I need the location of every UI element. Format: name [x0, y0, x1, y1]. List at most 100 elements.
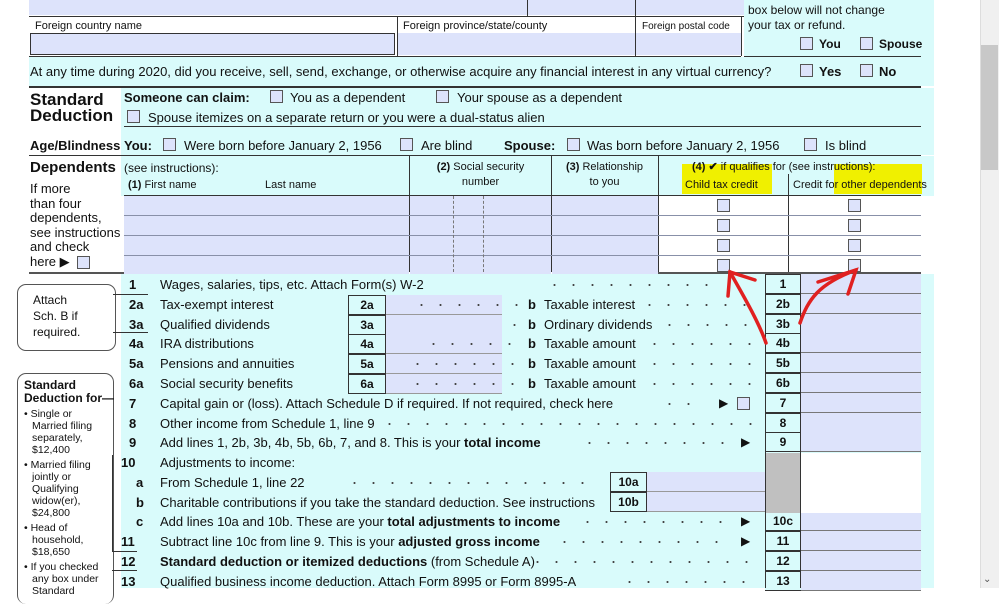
- line-amount-input[interactable]: [801, 531, 921, 551]
- other-dependents-credit-checkbox[interactable]: [848, 219, 861, 232]
- child-tax-credit-checkbox[interactable]: [717, 239, 730, 252]
- side-note-line: If more: [30, 181, 71, 196]
- line-sub-amount-input[interactable]: [647, 492, 765, 512]
- col4b-header: Credit for other dependents: [793, 179, 927, 191]
- standard-deduction-title-2: Deduction: [30, 106, 114, 125]
- sd-item-line: jointly or: [32, 471, 72, 483]
- blank-cell: [801, 453, 921, 513]
- dependent-relationship-input[interactable]: [552, 236, 658, 255]
- dot-leader: [660, 398, 700, 410]
- foreign-province-input[interactable]: [398, 33, 635, 55]
- divider: [113, 332, 148, 333]
- form-1040-page: Foreign country name Foreign province/st…: [0, 0, 934, 604]
- line-box-label: 12: [765, 551, 801, 571]
- child-tax-credit-checkbox[interactable]: [717, 219, 730, 232]
- dependent-relationship-input[interactable]: [552, 256, 658, 275]
- line-box-label: 13: [765, 571, 801, 591]
- line-amount-input[interactable]: [801, 551, 921, 571]
- line-text-bold: total adjustments to income: [387, 514, 561, 529]
- election-you-label: You: [819, 37, 841, 51]
- sd-item-line: any box under: [32, 573, 99, 585]
- dependent-name-input[interactable]: [124, 256, 409, 275]
- line-amount-input[interactable]: [801, 393, 921, 413]
- line-number: 9: [129, 435, 137, 450]
- line7-checkbox[interactable]: [737, 397, 750, 410]
- dependents-side-note: If more than four dependents, see instru…: [30, 181, 120, 269]
- you-dependent-label: You as a dependent: [290, 90, 406, 105]
- election-spouse-checkbox[interactable]: [860, 37, 873, 50]
- line-text: Capital gain or (loss). Attach Schedule …: [160, 396, 614, 411]
- line-text: Add lines 10a and 10b. These are your to…: [160, 514, 560, 529]
- virtual-currency-question: At any time during 2020, did you receive…: [30, 64, 772, 79]
- dependent-name-input[interactable]: [124, 236, 409, 255]
- spouse-blind-checkbox[interactable]: [804, 138, 817, 151]
- address-field-row[interactable]: [29, 0, 744, 15]
- line-text: Wages, salaries, tips, etc. Attach Form(…: [160, 277, 424, 292]
- election-you-checkbox[interactable]: [800, 37, 813, 50]
- more-dependents-checkbox[interactable]: [77, 256, 90, 269]
- spouse-dependent-checkbox[interactable]: [436, 90, 449, 103]
- you-dependent-checkbox[interactable]: [270, 90, 283, 103]
- line-b-marker: b: [528, 356, 536, 371]
- you-born-checkbox[interactable]: [163, 138, 176, 151]
- line-text: Add lines 1, 2b, 3b, 4b, 5b, 6b, 7, and …: [160, 435, 541, 450]
- line-b-text: Taxable amount: [544, 356, 636, 371]
- divider: [29, 16, 744, 17]
- line-sub-box-label: 10a: [610, 472, 647, 492]
- line-b-marker: b: [528, 336, 536, 351]
- child-tax-credit-checkbox[interactable]: [717, 199, 730, 212]
- you-blind-checkbox[interactable]: [400, 138, 413, 151]
- sd-item-line: • Married filing: [24, 459, 91, 471]
- side-note-line: than four: [30, 195, 82, 211]
- you-blind-label: Are blind: [421, 138, 473, 153]
- dependent-name-input[interactable]: [124, 196, 409, 215]
- virtual-currency-yes-checkbox[interactable]: [800, 64, 813, 77]
- dot-leader: [580, 437, 730, 449]
- line-number: 8: [129, 416, 137, 431]
- line-amount-input[interactable]: [801, 432, 921, 452]
- line-text-pre: Add lines 10a and 10b. These are your: [160, 514, 388, 529]
- dependent-ssn-input[interactable]: [410, 216, 551, 235]
- line-text: Qualified dividends: [160, 317, 270, 332]
- dependent-name-input[interactable]: [124, 216, 409, 235]
- col2-header-1: (2) Social security: [409, 161, 552, 173]
- dependent-ssn-input[interactable]: [410, 256, 551, 275]
- line-a-box-label: 4a: [348, 334, 386, 354]
- line-a-amount-input[interactable]: [386, 315, 502, 335]
- dependent-relationship-input[interactable]: [552, 216, 658, 235]
- scroll-down-icon[interactable]: ⌄: [983, 574, 991, 585]
- attach-note-line: Attach: [33, 293, 68, 307]
- line-text: Qualified business income deduction. Att…: [160, 574, 577, 589]
- spouse-born-checkbox[interactable]: [567, 138, 580, 151]
- line-b-text: Taxable amount: [544, 376, 636, 391]
- divider: [527, 0, 528, 16]
- foreign-postal-input[interactable]: [636, 33, 741, 55]
- col1-num: (1): [128, 179, 142, 191]
- side-note-line: and check: [30, 239, 90, 254]
- dependent-ssn-input[interactable]: [410, 196, 551, 215]
- dot-leader: [645, 358, 752, 370]
- line-number: 5a: [129, 356, 144, 371]
- foreign-country-input[interactable]: [30, 33, 395, 55]
- sd-item-line: Qualifying: [32, 483, 79, 495]
- foreign-country-label: Foreign country name: [35, 20, 142, 32]
- dependent-relationship-input[interactable]: [552, 196, 658, 215]
- sd-item-line: Married filing: [32, 420, 93, 432]
- virtual-currency-no-checkbox[interactable]: [860, 64, 873, 77]
- spouse-itemizes-checkbox[interactable]: [127, 110, 140, 123]
- line-amount-input[interactable]: [801, 571, 921, 591]
- other-dependents-credit-checkbox[interactable]: [848, 239, 861, 252]
- age-blindness-title: Age/Blindness: [30, 138, 121, 153]
- scrollbar-thumb[interactable]: [981, 45, 998, 170]
- dot-leader: [660, 319, 752, 331]
- dependent-ssn-input[interactable]: [410, 236, 551, 255]
- line-sub-amount-input[interactable]: [647, 472, 765, 492]
- line-number: a: [136, 475, 144, 490]
- line-amount-input[interactable]: [801, 413, 921, 433]
- line-b-marker: b: [528, 376, 536, 391]
- other-dependents-credit-checkbox[interactable]: [848, 199, 861, 212]
- line-box-label: 10c: [765, 511, 801, 531]
- age-you-label: You:: [124, 138, 152, 153]
- sd-item-line: Standard: [32, 585, 75, 597]
- line-amount-input[interactable]: [801, 511, 921, 531]
